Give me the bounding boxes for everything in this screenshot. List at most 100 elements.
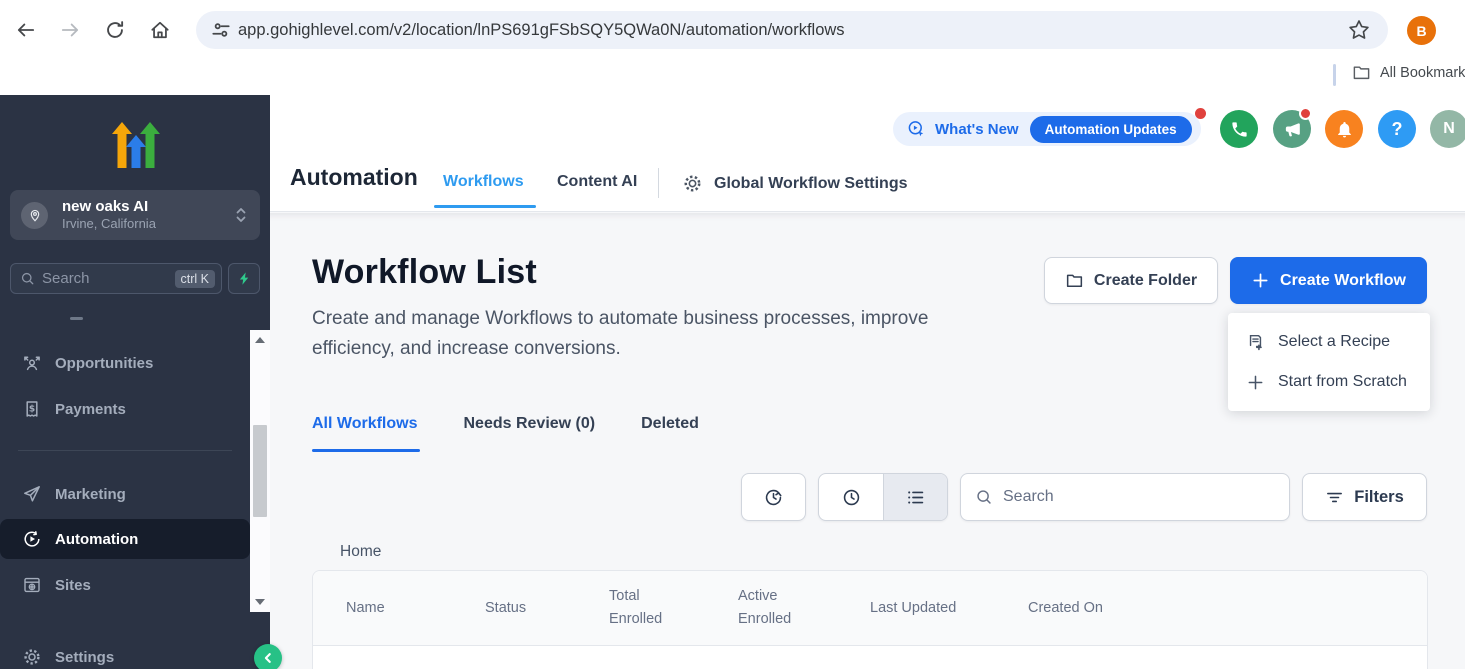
sidebar-item-marketing[interactable]: Marketing bbox=[0, 474, 250, 514]
whats-new-icon bbox=[906, 119, 926, 139]
user-avatar-initial: N bbox=[1443, 120, 1455, 138]
back-button[interactable] bbox=[15, 19, 37, 41]
gear-icon bbox=[682, 173, 703, 194]
browser-toolbar: B bbox=[0, 0, 1465, 55]
view-toggle bbox=[818, 473, 948, 521]
reload-button[interactable] bbox=[104, 19, 126, 41]
url-input[interactable] bbox=[238, 21, 1388, 40]
user-avatar[interactable]: N bbox=[1430, 110, 1465, 148]
help-button[interactable]: ? bbox=[1378, 110, 1416, 148]
menu-item-label: Select a Recipe bbox=[1278, 333, 1390, 351]
folder-icon bbox=[1352, 63, 1371, 82]
sidebar-scrollbar[interactable] bbox=[250, 330, 270, 612]
forward-button[interactable] bbox=[59, 19, 81, 41]
column-header-status: Status bbox=[485, 597, 609, 620]
clock-icon bbox=[841, 487, 862, 508]
global-workflow-settings-button[interactable]: Global Workflow Settings bbox=[682, 173, 908, 194]
scroll-down-button[interactable] bbox=[255, 599, 265, 605]
active-tab-underline bbox=[312, 449, 420, 452]
bookmark-star-icon[interactable] bbox=[1348, 19, 1370, 41]
bell-icon bbox=[1335, 120, 1354, 139]
tab-deleted[interactable]: Deleted bbox=[641, 415, 699, 433]
tab-all-workflows[interactable]: All Workflows bbox=[312, 415, 418, 433]
automation-icon bbox=[22, 529, 42, 549]
execution-history-button[interactable] bbox=[741, 473, 806, 521]
tab-needs-review[interactable]: Needs Review (0) bbox=[464, 415, 596, 433]
scrollbar-thumb[interactable] bbox=[253, 425, 267, 517]
sidebar-search[interactable]: ctrl K bbox=[10, 263, 222, 294]
workflow-tabs: All Workflows Needs Review (0) Deleted bbox=[312, 415, 699, 433]
chevron-up-down-icon bbox=[234, 205, 248, 225]
tab-workflows[interactable]: Workflows bbox=[443, 173, 524, 191]
whats-new-label: What's New bbox=[935, 121, 1019, 138]
location-pin-icon bbox=[21, 202, 48, 229]
page-title: Automation bbox=[290, 164, 418, 191]
sidebar-item-label: Settings bbox=[55, 649, 114, 666]
sidebar-item-opportunities[interactable]: Opportunities bbox=[0, 343, 250, 383]
sidebar-item-payments[interactable]: $ Payments bbox=[0, 389, 250, 429]
screen: B All Bookmarks new oaks AI Irvine, Cali… bbox=[0, 0, 1465, 669]
column-header-last-updated: Last Updated bbox=[870, 597, 1028, 620]
notifications-button[interactable] bbox=[1325, 110, 1363, 148]
recipe-icon bbox=[1246, 333, 1265, 352]
table-header-row: Name Status Total Enrolled Active Enroll… bbox=[313, 571, 1427, 646]
section-description: Create and manage Workflows to automate … bbox=[312, 304, 1012, 364]
breadcrumb-home[interactable]: Home bbox=[340, 543, 381, 561]
list-view-button[interactable] bbox=[883, 474, 947, 520]
bookmarks-separator bbox=[1333, 64, 1336, 86]
phone-button[interactable] bbox=[1220, 110, 1258, 148]
sidebar-item-label: Payments bbox=[55, 401, 126, 418]
sidebar-collapse-button[interactable] bbox=[254, 644, 282, 669]
column-header-total-enrolled: Total Enrolled bbox=[609, 585, 738, 631]
sidebar-search-input[interactable] bbox=[42, 270, 175, 287]
section-title: Workflow List bbox=[312, 253, 537, 292]
marketing-icon bbox=[22, 484, 42, 504]
bolt-icon bbox=[237, 271, 252, 286]
sidebar-item-sites[interactable]: Sites bbox=[0, 565, 250, 605]
browser-profile-avatar[interactable]: B bbox=[1407, 16, 1436, 45]
all-bookmarks-label: All Bookmarks bbox=[1380, 65, 1465, 81]
quick-actions-button[interactable] bbox=[228, 263, 260, 294]
sidebar: new oaks AI Irvine, California ctrl K Op… bbox=[0, 95, 270, 669]
create-folder-button[interactable]: Create Folder bbox=[1044, 257, 1218, 304]
search-icon bbox=[975, 488, 993, 506]
phone-icon bbox=[1230, 120, 1249, 139]
sidebar-item-settings[interactable]: Settings bbox=[0, 637, 250, 669]
sidebar-item-label: Opportunities bbox=[55, 355, 153, 372]
menu-item-start-from-scratch[interactable]: Start from Scratch bbox=[1228, 362, 1430, 402]
location-switcher[interactable]: new oaks AI Irvine, California bbox=[10, 190, 260, 240]
all-bookmarks-button[interactable]: All Bookmarks bbox=[1352, 63, 1465, 82]
app-logo bbox=[111, 121, 161, 169]
create-workflow-label: Create Workflow bbox=[1280, 272, 1406, 290]
sidebar-item-automation[interactable]: Automation bbox=[0, 519, 250, 559]
menu-item-select-recipe[interactable]: Select a Recipe bbox=[1228, 322, 1430, 362]
header-divider bbox=[658, 168, 659, 198]
plus-icon bbox=[1251, 271, 1270, 290]
page-header: Automation Workflows Content AI Global W… bbox=[270, 95, 1465, 212]
active-tab-underline bbox=[434, 205, 536, 208]
workflow-search-input[interactable] bbox=[1003, 488, 1275, 506]
gear-icon bbox=[22, 647, 42, 667]
location-city: Irvine, California bbox=[62, 216, 156, 232]
filters-button[interactable]: Filters bbox=[1302, 473, 1427, 521]
create-workflow-button[interactable]: Create Workflow bbox=[1230, 257, 1427, 304]
menu-item-label: Start from Scratch bbox=[1278, 373, 1407, 391]
create-workflow-menu: Select a Recipe Start from Scratch bbox=[1228, 313, 1430, 411]
schedule-view-button[interactable] bbox=[819, 474, 883, 520]
folder-icon bbox=[1065, 271, 1084, 290]
url-bar[interactable] bbox=[196, 11, 1388, 49]
history-clock-icon bbox=[763, 487, 784, 508]
opportunities-icon bbox=[22, 353, 42, 373]
payments-icon: $ bbox=[22, 399, 42, 419]
sidebar-divider bbox=[18, 450, 232, 451]
tab-content-ai[interactable]: Content AI bbox=[557, 173, 637, 191]
column-header-created-on: Created On bbox=[1028, 597, 1427, 620]
scrolled-item-fragment bbox=[70, 317, 83, 320]
home-button[interactable] bbox=[149, 19, 171, 41]
scroll-up-button[interactable] bbox=[255, 337, 265, 343]
workflow-search[interactable] bbox=[960, 473, 1290, 521]
site-info-icon[interactable] bbox=[210, 19, 232, 41]
sidebar-item-label: Automation bbox=[55, 531, 138, 548]
whats-new-button[interactable]: What's New Automation Updates bbox=[893, 112, 1201, 146]
automation-updates-button[interactable]: Automation Updates bbox=[1030, 116, 1192, 143]
